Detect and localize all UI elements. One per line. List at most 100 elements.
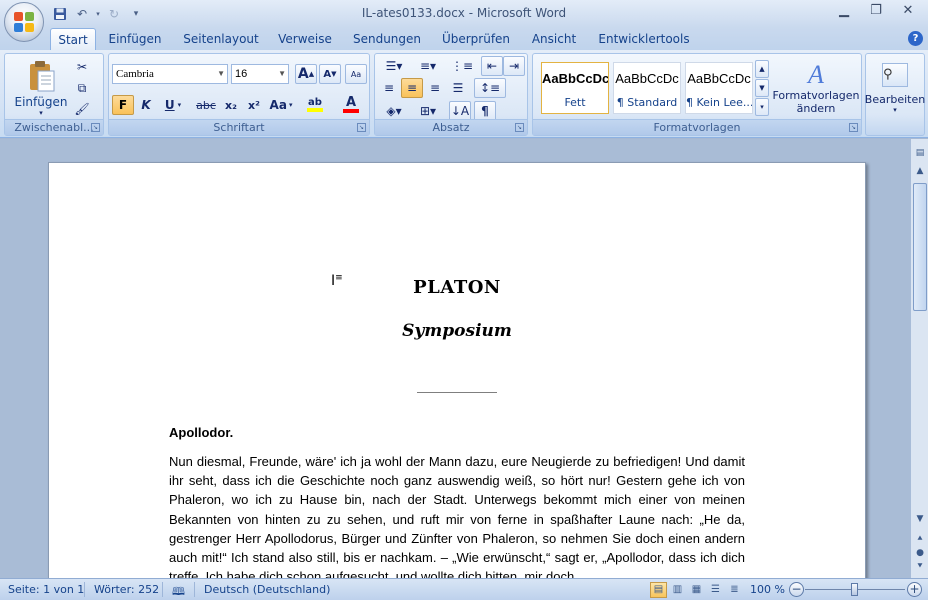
bold-button[interactable]: F: [112, 95, 134, 115]
help-icon[interactable]: ?: [908, 31, 923, 46]
sort-icon[interactable]: ↓A: [449, 101, 471, 121]
speaker-name: Apollodor.: [169, 425, 234, 440]
group-label-styles: Formatvorlagen: [533, 119, 861, 135]
styles-launcher-icon[interactable]: ↘: [849, 123, 858, 132]
styles-more-icon[interactable]: ▾: [755, 98, 769, 116]
numbering-icon[interactable]: ≡▾: [412, 56, 444, 76]
ribbon: Einfügen ▾ ✂ ⧉ 🖌 Zwischenabl... ↘ Cambri…: [0, 50, 928, 138]
change-case-button[interactable]: Aa ▾: [266, 95, 296, 115]
tab-ansicht[interactable]: Ansicht: [528, 28, 580, 50]
tab-entwicklertools[interactable]: Entwicklertools: [594, 28, 694, 50]
style-kein-leerraum[interactable]: AaBbCcDc ¶ Kein Lee...: [685, 62, 753, 114]
chevron-down-icon: ▼: [217, 69, 225, 78]
zoom-slider-handle[interactable]: [851, 583, 858, 596]
highlight-button[interactable]: ab: [298, 95, 332, 115]
zoom-level[interactable]: 100 %: [750, 583, 785, 596]
full-screen-reading-view-icon[interactable]: ▥: [669, 582, 686, 598]
change-styles-label-2: ändern: [796, 102, 836, 115]
outline-view-icon[interactable]: ☰: [707, 582, 724, 598]
vertical-scrollbar[interactable]: ▤ ▲ ▼ ⯅ ● ⯆: [910, 139, 928, 578]
superscript-button[interactable]: x²: [243, 95, 265, 115]
underline-button[interactable]: U ▾: [158, 95, 188, 115]
italic-button[interactable]: K: [135, 95, 157, 115]
scroll-thumb[interactable]: [913, 183, 927, 311]
status-divider: [194, 582, 195, 597]
bold-icon: F: [118, 98, 128, 112]
increase-indent-icon[interactable]: ⇥: [503, 56, 525, 76]
down-arrow-icon: ▼: [331, 70, 337, 78]
subscript-button[interactable]: x₂: [220, 95, 242, 115]
zoom-in-icon[interactable]: +: [907, 582, 922, 597]
up-arrow-icon: ▲: [308, 70, 315, 78]
word-count[interactable]: Wörter: 252: [94, 583, 159, 596]
tab-ueberpruefen[interactable]: Überprüfen: [440, 28, 512, 50]
styles-scroll-down-icon[interactable]: ▼: [755, 79, 769, 97]
language-indicator[interactable]: Deutsch (Deutschland): [204, 583, 330, 596]
window-controls: ▁ ❐ ✕: [828, 2, 924, 22]
editing-button[interactable]: ⚲ Bearbeiten ▾: [864, 56, 926, 120]
close-icon[interactable]: ✕: [892, 2, 924, 22]
body-paragraph: Nun diesmal, Freunde, wäre' ich ja wohl …: [169, 454, 745, 578]
group-font: Cambria ▼ 16 ▼ A ▲ A ▼ Aa F K U ▾ abc x₂ x²…: [108, 53, 370, 136]
tab-start[interactable]: Start: [50, 28, 96, 50]
style-fett[interactable]: AaBbCcDc Fett: [541, 62, 609, 114]
zoom-out-icon[interactable]: −: [789, 582, 804, 597]
clipboard-launcher-icon[interactable]: ↘: [91, 123, 100, 132]
highlight-color-swatch: [307, 108, 323, 112]
highlight-icon: ab: [308, 97, 322, 108]
shrink-font-button[interactable]: A ▼: [319, 64, 341, 84]
style-standard[interactable]: AaBbCcDc ¶ Standard: [613, 62, 681, 114]
change-styles-button[interactable]: A Formatvorlagen ändern: [772, 56, 859, 120]
restore-icon[interactable]: ❐: [860, 2, 892, 22]
tab-verweise[interactable]: Verweise: [275, 28, 335, 50]
tab-sendungen[interactable]: Sendungen: [350, 28, 424, 50]
cut-icon[interactable]: ✂: [71, 58, 93, 76]
align-center-icon[interactable]: ≡: [401, 78, 423, 98]
format-painter-icon[interactable]: 🖌: [71, 100, 93, 118]
decrease-indent-icon[interactable]: ⇤: [481, 56, 503, 76]
minimize-icon[interactable]: ▁: [828, 2, 860, 22]
styles-scroll-up-icon[interactable]: ▲: [755, 60, 769, 78]
clear-formatting-icon[interactable]: Aa: [345, 64, 367, 84]
copy-icon[interactable]: ⧉: [71, 79, 93, 97]
paste-button[interactable]: Einfügen ▾: [11, 56, 71, 120]
align-left-icon[interactable]: ≡: [378, 78, 400, 98]
print-layout-view-icon[interactable]: ▤: [650, 582, 667, 598]
proofing-icon[interactable]: 🕮: [172, 583, 185, 600]
bullets-icon[interactable]: ☰▾: [378, 56, 410, 76]
borders-icon[interactable]: ⊞▾: [412, 101, 444, 121]
document-page[interactable]: Ⅰ≡ PLATON Symposium Apollodor. Nun diesm…: [48, 162, 866, 578]
font-launcher-icon[interactable]: ↘: [357, 123, 366, 132]
show-marks-button[interactable]: ¶: [474, 101, 496, 121]
scroll-down-icon[interactable]: ▼: [912, 511, 928, 527]
office-logo-icon: [14, 12, 34, 32]
multilevel-list-icon[interactable]: ⋮≡: [446, 56, 478, 76]
tab-einfuegen[interactable]: Einfügen: [104, 28, 166, 50]
scroll-up-icon[interactable]: ▲: [912, 163, 928, 179]
draft-view-icon[interactable]: ≣: [726, 582, 743, 598]
style-name: Fett: [564, 96, 586, 109]
line-spacing-icon[interactable]: ↕≡: [474, 78, 506, 98]
font-size-combo[interactable]: 16 ▼: [231, 64, 289, 84]
group-paragraph: ☰▾ ≡▾ ⋮≡ ⇤ ⇥ ≡ ≡ ≡ ☰ ↕≡ ◈▾ ⊞▾ ↓A ¶ Absat…: [374, 53, 528, 136]
paragraph-launcher-icon[interactable]: ↘: [515, 123, 524, 132]
horizontal-rule: [417, 392, 497, 393]
grow-font-button[interactable]: A ▲: [295, 64, 317, 84]
align-right-icon[interactable]: ≡: [424, 78, 446, 98]
subscript-icon: x₂: [225, 98, 237, 112]
shading-icon[interactable]: ◈▾: [378, 101, 410, 121]
strikethrough-button[interactable]: abc: [193, 95, 219, 115]
tab-seitenlayout[interactable]: Seitenlayout: [181, 28, 261, 50]
font-color-button[interactable]: A: [335, 95, 367, 115]
change-styles-icon: A: [808, 60, 824, 89]
justify-icon[interactable]: ☰: [447, 78, 469, 98]
font-color-icon: A: [345, 95, 357, 110]
page-indicator[interactable]: Seite: 1 von 1: [8, 583, 84, 596]
web-layout-view-icon[interactable]: ▦: [688, 582, 705, 598]
office-button[interactable]: [4, 2, 44, 42]
editing-label: Bearbeiten: [864, 92, 926, 106]
font-name-combo[interactable]: Cambria ▼: [112, 64, 228, 84]
ruler-toggle-icon[interactable]: ▤: [912, 145, 928, 161]
underline-icon: U: [164, 98, 175, 112]
next-page-icon[interactable]: ⯆: [912, 559, 928, 575]
